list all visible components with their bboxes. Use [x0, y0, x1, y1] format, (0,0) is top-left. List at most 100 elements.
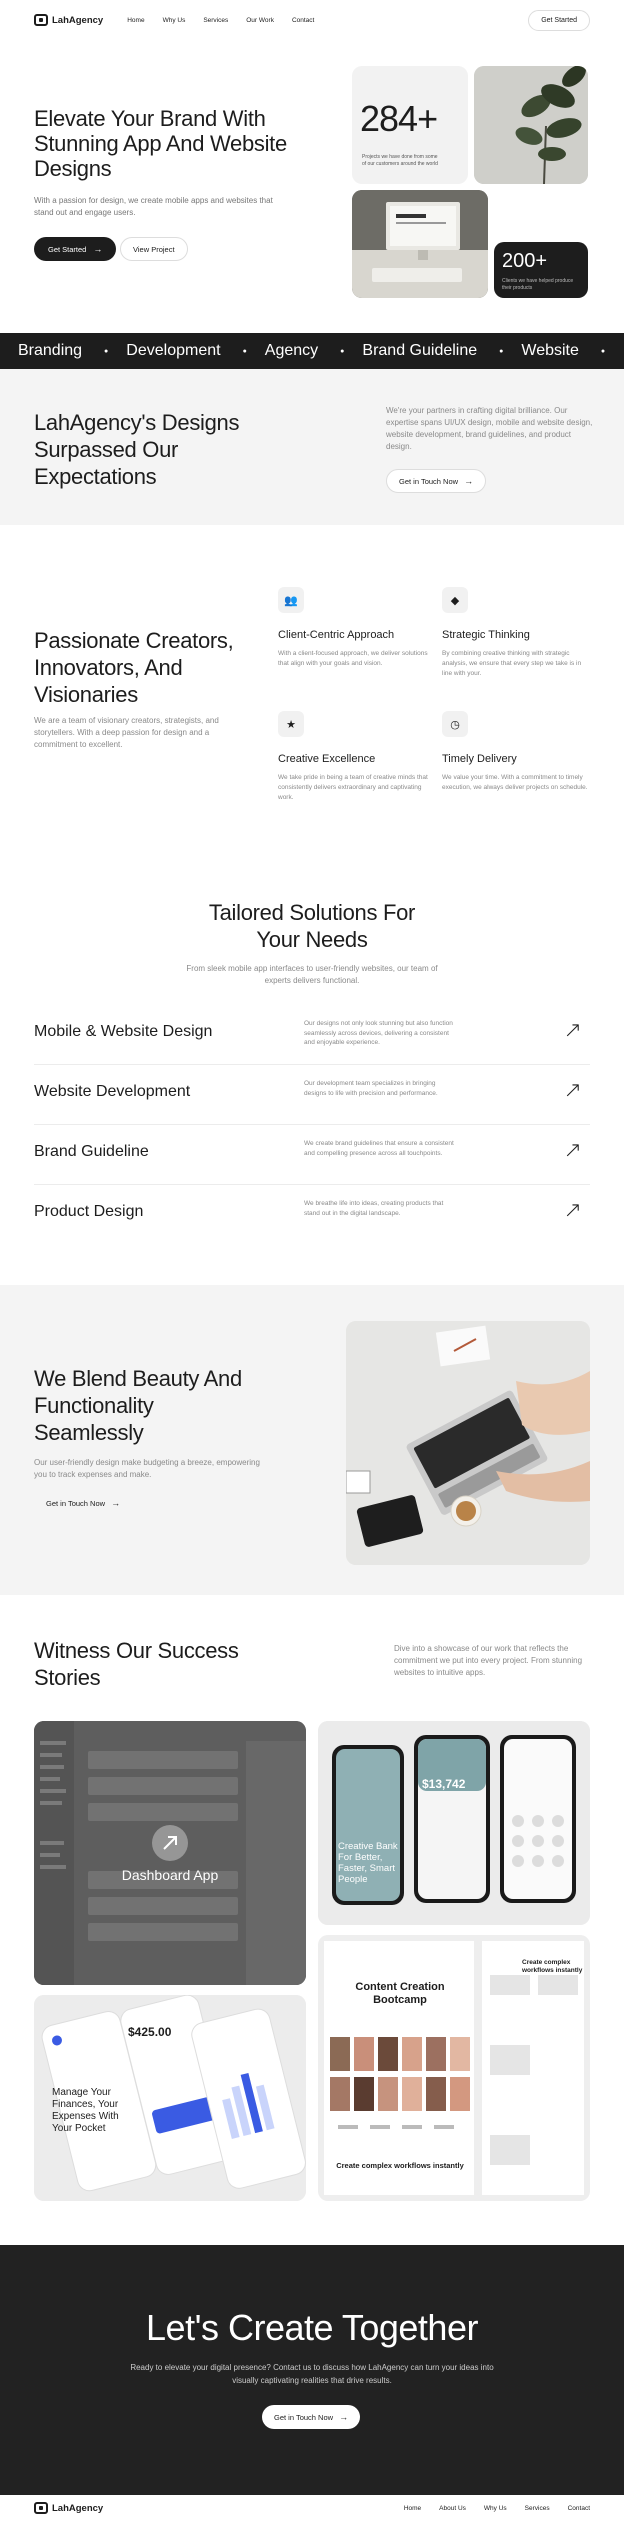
feature-text: With a client-focused approach, we deliv… — [278, 650, 428, 667]
feature-title: Client-Centric Approach — [278, 629, 395, 641]
about-title: LahAgency's Designs Surpassed Our Expect… — [34, 410, 240, 489]
service-title: Mobile & Website Design — [34, 1023, 213, 1040]
feature-creative-excellence: ★ Creative Excellence We take pride in b… — [278, 711, 428, 803]
service-row[interactable]: Brand Guideline We create brand guidelin… — [34, 1125, 590, 1185]
ticker-item: Brand Guideline — [362, 342, 478, 359]
footer-item-services[interactable]: Services — [525, 2505, 550, 2512]
brand-name: LahAgency — [52, 14, 104, 26]
finance-amount: $425.00 — [128, 2025, 172, 2039]
service-row[interactable]: Mobile & Website Design Our designs not … — [34, 1005, 590, 1065]
work-text: Dive into a showcase of our work that re… — [394, 1644, 583, 1677]
bank-amount: $13,742 — [422, 1777, 466, 1791]
arrow-up-right-icon[interactable]: ↗ — [564, 1197, 582, 1223]
feature-title: Timely Delivery — [442, 753, 517, 765]
view-project-button[interactable]: View Project — [120, 237, 188, 261]
get-started-nav-button[interactable]: Get Started — [528, 9, 590, 31]
footer-logo[interactable]: LahAgency — [34, 2502, 103, 2514]
workflow-title: Create complex workflows instantly — [336, 2161, 464, 2170]
nav-menu: Home Why Us Services Our Work Contact — [127, 17, 314, 24]
logo-icon — [34, 2502, 48, 2514]
cta-title: Let's Create Together — [146, 2307, 478, 2348]
arrow-up-right-icon[interactable]: ↗ — [564, 1137, 582, 1163]
projects-stat-value: 284+ — [360, 98, 438, 139]
service-title: Website Development — [34, 1083, 191, 1100]
arrow-right-icon: → — [339, 2412, 349, 2422]
team-section: Passionate Creators, Innovators, And Vis… — [0, 525, 624, 845]
nav-item-contact[interactable]: Contact — [292, 17, 314, 24]
arrow-right-icon: → — [111, 1498, 121, 1508]
get-started-label: Get Started — [48, 244, 87, 254]
blend-text: Our user-friendly design make budgeting … — [34, 1458, 260, 1479]
footer-item-home[interactable]: Home — [404, 2505, 421, 2512]
clients-stat-label: Clients we have helped produce their pro… — [502, 278, 574, 291]
feature-timely-delivery: ◷ Timely Delivery We value your time. Wi… — [442, 711, 592, 793]
blend-title: We Blend Beauty And Functionality Seamle… — [34, 1366, 242, 1445]
top-nav: LahAgency Home Why Us Services Our Work … — [0, 0, 624, 40]
workspace-photo — [346, 1321, 590, 1565]
footer-item-contact[interactable]: Contact — [568, 2505, 590, 2512]
footer-brand-name: LahAgency — [52, 2502, 104, 2514]
nav-item-our-work[interactable]: Our Work — [246, 17, 274, 24]
workflow-side-title: Create complex workflows instantly — [522, 1959, 583, 1974]
hero-section: Elevate Your Brand With Stunning App And… — [0, 40, 624, 332]
footer-item-why-us[interactable]: Why Us — [484, 2505, 507, 2512]
work-section: Witness Our Success Stories Dive into a … — [0, 1595, 624, 2245]
hero-subtitle: With a passion for design, we create mob… — [34, 196, 273, 217]
feature-client-centric: 👥 Client-Centric Approach With a client-… — [278, 587, 428, 669]
about-section: LahAgency's Designs Surpassed Our Expect… — [0, 369, 624, 525]
feature-text: By combining creative thinking with stra… — [442, 650, 582, 677]
arrow-up-right-icon[interactable]: ↗ — [564, 1017, 582, 1043]
get-started-button[interactable]: Get Started → — [34, 237, 117, 261]
about-contact-button[interactable]: Get in Touch Now → — [386, 469, 487, 493]
plant-photo — [474, 66, 588, 184]
arrow-right-icon: → — [93, 244, 103, 254]
feature-text: We value your time. With a commitment to… — [442, 774, 588, 791]
project-card-finance[interactable]: Manage Your Finances, Your Expenses With… — [34, 1995, 306, 2201]
target-icon: ◆ — [442, 587, 468, 613]
brand-logo[interactable]: LahAgency — [34, 14, 103, 26]
desk-photo — [352, 190, 488, 298]
blend-section: We Blend Beauty And Functionality Seamle… — [0, 1285, 624, 1595]
arrow-right-icon: → — [464, 476, 474, 486]
feature-text: We take pride in being a team of creativ… — [278, 774, 428, 801]
service-row[interactable]: Product Design We breathe life into idea… — [34, 1185, 590, 1245]
logo-icon — [34, 14, 48, 26]
bootcamp-title: Content Creation Bootcamp — [355, 1981, 445, 2006]
nav-item-home[interactable]: Home — [127, 17, 144, 24]
star-icon: ★ — [278, 711, 304, 737]
clients-stat-card: 200+ Clients we have helped produce thei… — [494, 242, 588, 298]
hero-title: Elevate Your Brand With Stunning App And… — [34, 106, 287, 181]
footer-item-about-us[interactable]: About Us — [439, 2505, 466, 2512]
clock-icon: ◷ — [442, 711, 468, 737]
cta-contact-button[interactable]: Get in Touch Now → — [262, 2405, 361, 2429]
arrow-up-right-icon[interactable]: ↗ — [564, 1077, 582, 1103]
nav-item-services[interactable]: Services — [203, 17, 228, 24]
project-card-bootcamp[interactable]: Content Creation Bootcamp Create complex… — [318, 1935, 590, 2201]
service-text: Our designs not only look stunning but a… — [304, 1020, 453, 1046]
ticker-item: Branding — [18, 342, 83, 359]
blend-contact-button[interactable]: Get in Touch Now → — [34, 1491, 133, 1515]
feature-strategic-thinking: ◆ Strategic Thinking By combining creati… — [442, 587, 592, 679]
projects-stat-card: 284+ Projects we have done from some of … — [352, 66, 468, 184]
services-title-text: Tailored Solutions For Your Needs — [208, 900, 416, 952]
service-row[interactable]: Website Development Our development team… — [34, 1065, 590, 1125]
services-subtitle: From sleek mobile app interfaces to user… — [186, 964, 438, 985]
project-card-bank[interactable]: Creative Bank For Better, Faster, Smart … — [318, 1721, 590, 1925]
team-text: We are a team of visionary creators, str… — [34, 716, 219, 749]
project-card-dashboard[interactable]: Dashboard App — [34, 1721, 306, 1985]
services-title: Tailored Solutions For Your Needs — [0, 899, 624, 953]
about-contact-label: Get in Touch Now — [399, 476, 459, 486]
service-text: We create brand guidelines that ensure a… — [304, 1140, 454, 1157]
ticker-item: Mo — [605, 342, 624, 360]
team-title: Passionate Creators, Innovators, And Vis… — [34, 628, 234, 707]
blend-contact-label: Get in Touch Now — [46, 1498, 106, 1508]
services-section: Tailored Solutions For Your Needs From s… — [0, 845, 624, 1285]
service-text: Our development team specializes in brin… — [304, 1080, 438, 1097]
service-title: Brand Guideline — [34, 1143, 149, 1160]
feature-title: Creative Excellence — [278, 753, 376, 765]
cta-section: Let's Create Together Ready to elevate y… — [0, 2245, 624, 2495]
finance-title: Manage Your Finances, Your Expenses With… — [52, 2087, 119, 2134]
dashboard-label: Dashboard App — [121, 1867, 219, 1883]
footer: LahAgency Home About Us Why Us Services … — [0, 2495, 624, 2521]
nav-item-why-us[interactable]: Why Us — [163, 17, 186, 24]
